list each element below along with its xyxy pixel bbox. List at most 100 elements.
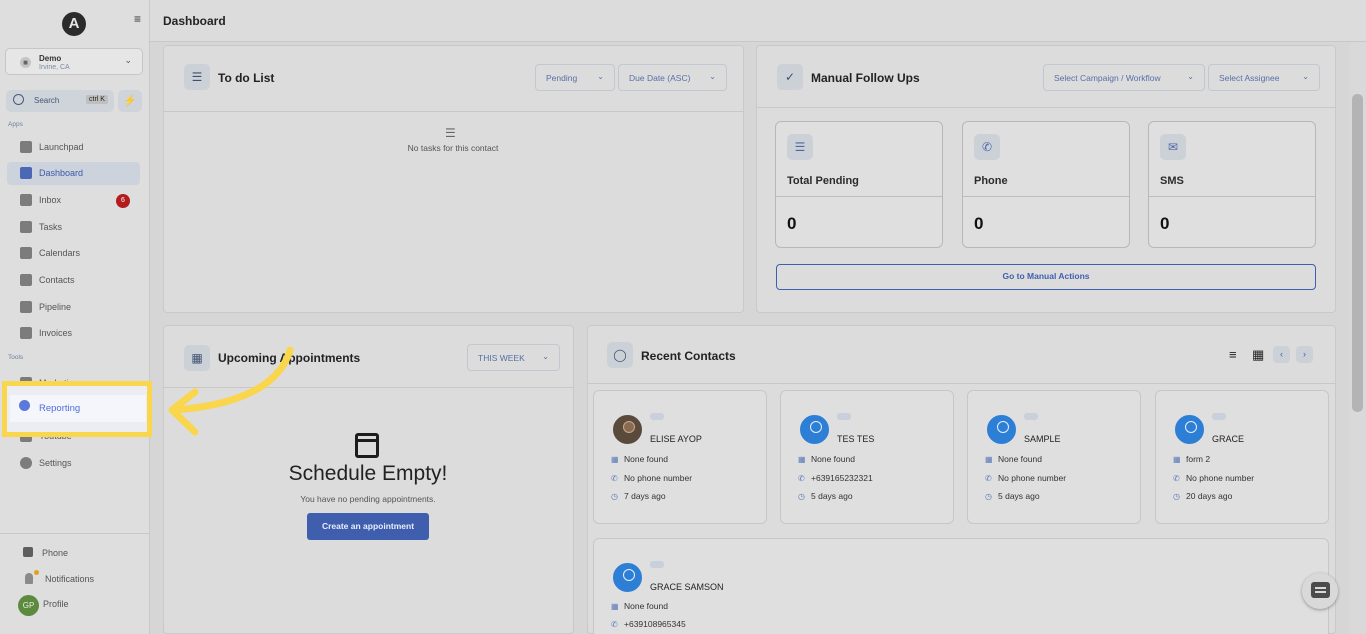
stat-total-pending[interactable]: ☰ Total Pending 0: [775, 121, 943, 248]
grid-icon: [20, 167, 32, 179]
chevron-right-icon[interactable]: ›: [1296, 346, 1313, 363]
bell-icon: [25, 573, 33, 584]
chevron-left-icon[interactable]: ‹: [1273, 346, 1290, 363]
contact-card[interactable]: GRACE SAMSON ▦ None found ✆ +639108965345: [593, 538, 1329, 634]
sidebar-item-label: Dashboard: [39, 168, 84, 178]
contact-card[interactable]: ELISE AYOP ▦ None found ✆ No phone number …: [593, 390, 767, 524]
stat-sms[interactable]: ✉ SMS 0: [1148, 121, 1316, 248]
contact-phone: ✆ No phone number: [611, 473, 693, 483]
building-icon: ▦: [611, 455, 619, 464]
stat-divider: [776, 196, 942, 197]
sidebar-item-label: Settings: [39, 458, 72, 468]
calendar-empty-icon: [355, 433, 379, 458]
grid-view-icon[interactable]: ▦: [1252, 347, 1264, 363]
sidebar-item-dashboard[interactable]: Dashboard: [7, 162, 140, 185]
phone-icon: ✆: [974, 134, 1000, 160]
manual-actions-button[interactable]: Go to Manual Actions: [776, 264, 1316, 290]
chat-widget-button[interactable]: [1302, 573, 1338, 609]
calendar-icon: ▦: [184, 345, 210, 371]
sidebar: A ≡ ■ Demo Irvine, CA ⌄ Search ctrl K ⚡ …: [0, 0, 150, 634]
todo-status-select[interactable]: Pending ⌄: [535, 64, 615, 91]
todo-status-value: Pending: [546, 73, 578, 83]
stat-value: 0: [787, 214, 797, 233]
avatar: [1173, 413, 1206, 446]
contact-company: ▦ None found: [611, 454, 668, 464]
contact-card[interactable]: GRACE ▦ form 2 ✆ No phone number ◷ 20 days …: [1155, 390, 1329, 524]
campaign-placeholder: Select Campaign / Workflow: [1054, 73, 1161, 83]
chevron-down-icon: ⌄: [709, 72, 716, 81]
sidebar-item-phone[interactable]: Phone: [10, 542, 130, 565]
rocket-icon: [20, 141, 32, 153]
section-tools: Tools: [8, 354, 24, 361]
assignee-placeholder: Select Assignee: [1219, 73, 1280, 83]
contact-card[interactable]: TES TES ▦ None found ✆ +639165232321 ◷ 5 da…: [780, 390, 954, 524]
contact-tag: [1212, 413, 1226, 420]
contact-name: ELISE AYOP: [650, 434, 702, 444]
sidebar-item-label: Reporting: [39, 403, 81, 414]
checklist-icon: ☰: [184, 64, 210, 90]
sidebar-item-contacts[interactable]: Contacts: [7, 269, 140, 292]
stat-phone[interactable]: ✆ Phone 0: [962, 121, 1130, 248]
todo-empty-text: No tasks for this contact: [407, 143, 499, 153]
phone-icon: ✆: [611, 474, 618, 483]
todo-sort-select[interactable]: Due Date (ASC) ⌄: [618, 64, 727, 91]
avatar: [611, 413, 644, 446]
user-icon: [20, 274, 32, 286]
building-icon: ▦: [611, 602, 619, 611]
contact-phone: ✆ No phone number: [1173, 473, 1255, 483]
sidebar-item-calendars[interactable]: Calendars: [7, 242, 140, 265]
building-icon: ■: [20, 57, 31, 68]
gear-icon: [20, 457, 32, 469]
location-sub: Irvine, CA: [39, 64, 70, 71]
phone-icon: ✆: [985, 474, 992, 483]
scrollbar-thumb[interactable]: [1352, 94, 1363, 412]
search-button[interactable]: Search ctrl K: [6, 90, 114, 112]
list-view-icon[interactable]: ≡: [1229, 347, 1237, 362]
contact-card[interactable]: SAMPLE ▦ None found ✆ No phone number ◷ 5 d…: [967, 390, 1141, 524]
sidebar-item-profile[interactable]: Profile: [36, 593, 116, 616]
notification-dot: [34, 570, 39, 575]
quick-actions-icon[interactable]: ⚡: [118, 90, 142, 112]
sidebar-item-tasks[interactable]: Tasks: [7, 216, 140, 239]
contacts-divider: [587, 383, 1336, 384]
recent-contacts-title: Recent Contacts: [641, 349, 736, 363]
stat-value: 0: [974, 214, 984, 233]
sidebar-item-settings[interactable]: Settings: [7, 452, 140, 475]
message-icon: ✉: [1160, 134, 1186, 160]
contact-company: ▦ form 2: [1173, 454, 1211, 464]
contact-time: ◷ 7 days ago: [611, 491, 666, 501]
contact-tag: [1024, 413, 1038, 420]
appointments-title: Upcoming Appointments: [218, 351, 361, 365]
sidebar-item-label: Pipeline: [39, 302, 72, 312]
avatar: [985, 413, 1018, 446]
sidebar-item-launchpad[interactable]: Launchpad: [7, 136, 140, 159]
sidebar-item-invoices[interactable]: Invoices: [7, 322, 140, 345]
contact-tag: [650, 413, 664, 420]
sidebar-item-reporting-highlight[interactable]: Reporting: [2, 381, 152, 437]
phone-icon: ✆: [798, 474, 805, 483]
contact-company: ▦ None found: [611, 601, 668, 611]
location-switcher[interactable]: ■ Demo Irvine, CA ⌄: [5, 48, 143, 75]
scrollbar[interactable]: [1350, 42, 1366, 634]
sidebar-item-label: Contacts: [39, 275, 75, 285]
location-name: Demo: [39, 54, 62, 63]
sidebar-item-notifications[interactable]: Notifications: [10, 568, 130, 591]
create-appointment-button[interactable]: Create an appointment: [307, 513, 429, 540]
chevron-down-icon: ⌄: [1187, 72, 1194, 81]
sidebar-item-pipeline[interactable]: Pipeline: [7, 296, 140, 319]
search-label: Search: [34, 96, 60, 105]
sidebar-item-inbox[interactable]: Inbox 6: [7, 189, 140, 212]
collapse-icon[interactable]: ≡: [134, 12, 141, 26]
contact-company: ▦ None found: [985, 454, 1042, 464]
followups-divider: [756, 107, 1336, 108]
avatar: [798, 413, 831, 446]
building-icon: ▦: [985, 455, 993, 464]
phone-icon: [23, 547, 33, 557]
campaign-select[interactable]: Select Campaign / Workflow ⌄: [1043, 64, 1205, 91]
stat-value: 0: [1160, 214, 1170, 233]
sidebar-item-reporting[interactable]: Reporting: [10, 395, 146, 422]
clock-icon: ◷: [611, 492, 618, 501]
appointments-range-select[interactable]: THIS WEEK ⌄: [467, 344, 560, 371]
contact-time: ◷ 20 days ago: [1173, 491, 1233, 501]
assignee-select[interactable]: Select Assignee ⌄: [1208, 64, 1320, 91]
